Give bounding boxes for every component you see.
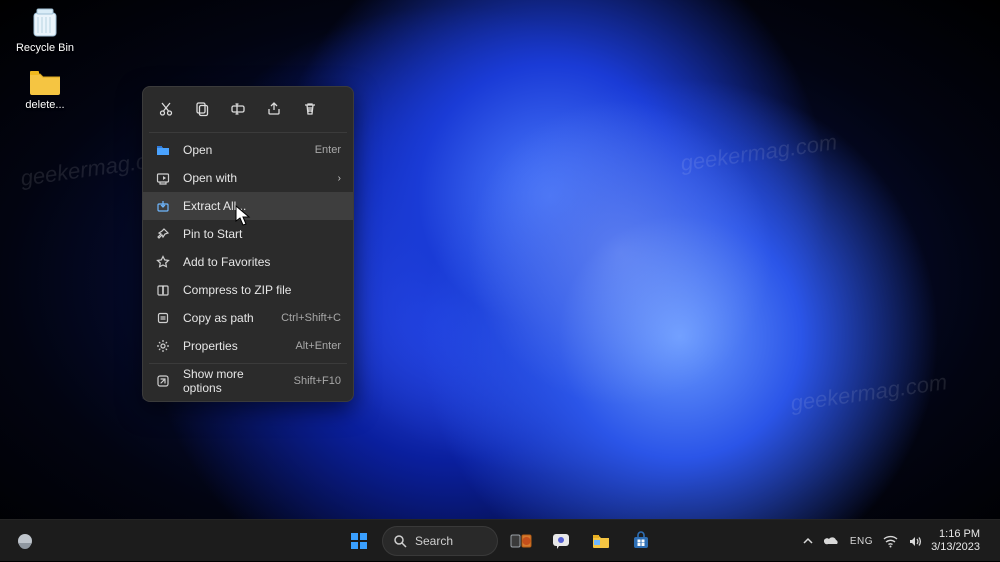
network-icon[interactable] [883,535,898,548]
menu-item-label: Properties [183,339,283,353]
menu-item-label: Extract All... [183,199,329,213]
menu-item-label: Copy as path [183,311,269,325]
start-button[interactable] [342,524,376,558]
menu-item-accel: Ctrl+Shift+C [281,312,341,324]
taskbar-app-store[interactable] [624,524,658,558]
notification-center-button[interactable] [990,539,994,543]
menu-item-properties[interactable]: Properties Alt+Enter [143,332,353,360]
menu-item-accel: Enter [315,144,341,156]
extract-icon [155,198,171,214]
menu-item-label: Open with [183,171,326,185]
menu-item-extract-all[interactable]: Extract All... [143,192,353,220]
context-menu-quick-actions [143,93,353,129]
properties-icon [155,338,171,354]
task-view-button[interactable] [504,524,538,558]
delete-icon[interactable] [295,95,325,123]
desktop-folder-selected[interactable]: delete... [10,67,80,112]
context-menu-separator [149,363,347,364]
share-icon[interactable] [259,95,289,123]
language-indicator[interactable]: ENG [850,536,873,547]
taskbar-clock[interactable]: 1:16 PM 3/13/2023 [931,528,980,553]
menu-item-label: Pin to Start [183,227,329,241]
taskbar-app-explorer[interactable] [584,524,618,558]
rename-icon[interactable] [223,95,253,123]
pin-start-icon [155,226,171,242]
menu-item-label: Open [183,143,303,157]
menu-item-accel: Shift+F10 [294,375,341,387]
more-icon [155,373,171,389]
context-menu-separator [149,132,347,133]
zip-icon [155,282,171,298]
recycle-bin-icon [27,4,63,40]
menu-item-label: Show more options [183,367,282,395]
menu-item-show-more[interactable]: Show more options Shift+F10 [143,367,353,395]
taskbar: Search [0,519,1000,561]
folder-icon [28,67,62,97]
recycle-bin-label: Recycle Bin [16,42,74,55]
menu-item-open-with[interactable]: Open with › [143,164,353,192]
cut-icon[interactable] [151,95,181,123]
chevron-right-icon: › [338,173,341,184]
recycle-bin[interactable]: Recycle Bin [10,4,80,55]
menu-item-favorites[interactable]: Add to Favorites [143,248,353,276]
context-menu: Open Enter Open with › Extract All... Pi… [142,86,354,402]
search-label: Search [415,534,453,548]
taskbar-search[interactable]: Search [382,526,498,556]
menu-item-pin-start[interactable]: Pin to Start [143,220,353,248]
menu-item-open[interactable]: Open Enter [143,136,353,164]
copy-icon[interactable] [187,95,217,123]
clock-time: 1:16 PM [931,528,980,541]
volume-icon[interactable] [908,535,923,548]
copy-path-icon [155,310,171,326]
star-icon [155,254,171,270]
desktop-icons-area: Recycle Bin delete... [6,4,84,111]
widgets-button[interactable] [8,524,42,558]
desktop-folder-label: delete... [25,99,64,112]
menu-item-compress-zip[interactable]: Compress to ZIP file [143,276,353,304]
open-icon [155,142,171,158]
menu-item-label: Add to Favorites [183,255,329,269]
menu-item-label: Compress to ZIP file [183,283,329,297]
menu-item-copy-path[interactable]: Copy as path Ctrl+Shift+C [143,304,353,332]
taskbar-app-chat[interactable] [544,524,578,558]
system-tray[interactable]: ENG [802,535,923,548]
search-icon [393,534,407,548]
menu-item-accel: Alt+Enter [295,340,341,352]
open-with-icon [155,170,171,186]
onedrive-icon[interactable] [824,535,840,547]
clock-date: 3/13/2023 [931,541,980,554]
tray-chevron-icon[interactable] [802,535,814,547]
